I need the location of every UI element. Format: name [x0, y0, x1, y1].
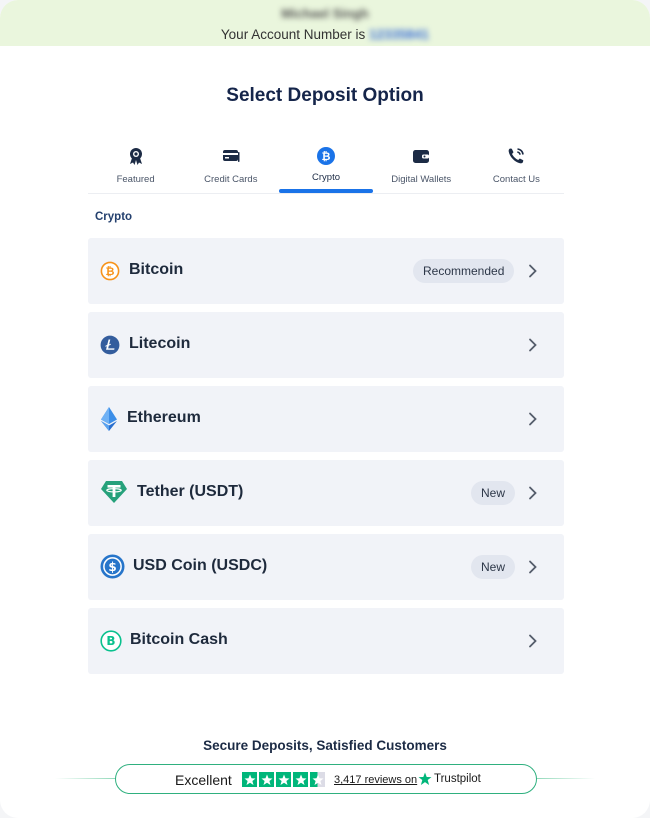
- chevron-right-icon: [529, 486, 537, 500]
- usd-coin-icon: $: [100, 554, 125, 579]
- page-title: Select Deposit Option: [226, 85, 424, 106]
- svg-text:₿: ₿: [106, 265, 115, 278]
- rating-word: Excellent: [175, 772, 232, 788]
- option-tether[interactable]: Tether (USDT) New: [88, 460, 564, 526]
- ethereum-icon: [101, 407, 117, 431]
- option-usd-coin[interactable]: $ USD Coin (USDC) New: [88, 534, 564, 600]
- rating-stars: [242, 772, 325, 788]
- account-holder-name: Michael Singh: [281, 6, 369, 21]
- half-star-icon: [310, 772, 325, 787]
- star-icon: [293, 772, 308, 787]
- new-badge: New: [471, 481, 516, 505]
- secure-deposits-text: Secure Deposits, Satisfied Customers: [203, 738, 447, 753]
- star-icon: [259, 772, 274, 787]
- option-name: USD Coin (USDC): [133, 557, 268, 574]
- trustpilot-widget[interactable]: Excellent 3,417 reviews on Trustpilot: [115, 764, 537, 794]
- option-bitcoin[interactable]: ₿ Bitcoin Recommended: [88, 238, 564, 304]
- tab-label-contact-us: Contact Us: [492, 174, 540, 185]
- account-number-label: Your Account Number is: [220, 27, 366, 42]
- chevron-right-icon: [529, 264, 537, 278]
- option-name: Litecoin: [129, 335, 191, 352]
- account-number-line: Your Account Number is 12335841: [0, 27, 650, 42]
- trustpilot-brand: Trustpilot: [434, 773, 481, 785]
- svg-text:B: B: [106, 634, 115, 648]
- chevron-right-icon: [529, 560, 537, 574]
- bitcoin-icon: ₿: [100, 261, 120, 281]
- deposit-modal: Michael Singh Your Account Number is 123…: [0, 0, 650, 818]
- reviews-link[interactable]: 3,417 reviews on: [334, 774, 417, 786]
- tab-contact-us[interactable]: Contact Us: [469, 128, 564, 193]
- option-ethereum[interactable]: Ethereum: [88, 386, 564, 452]
- tab-label-featured: Featured: [116, 174, 155, 185]
- trustpilot-star-icon: [418, 772, 432, 785]
- wallet-icon: [413, 150, 430, 163]
- tab-credit-cards[interactable]: Credit Cards: [183, 128, 278, 193]
- bitcoin-cash-icon: B: [100, 630, 122, 652]
- section-label: Crypto: [95, 211, 133, 223]
- tab-label-credit-cards: Credit Cards: [204, 174, 258, 185]
- option-name: Ethereum: [127, 409, 201, 426]
- tab-digital-wallets[interactable]: Digital Wallets: [374, 128, 469, 193]
- chevron-right-icon: [529, 634, 537, 648]
- litecoin-icon: [100, 335, 120, 355]
- divider-right: [535, 778, 595, 779]
- tab-crypto[interactable]: ₿ Crypto: [278, 128, 373, 193]
- option-name: Bitcoin: [129, 261, 184, 278]
- divider-left: [55, 778, 117, 779]
- svg-text:₿: ₿: [322, 150, 331, 163]
- option-bitcoin-cash[interactable]: B Bitcoin Cash: [88, 608, 564, 674]
- active-tab-indicator: [279, 189, 373, 193]
- option-litecoin[interactable]: Litecoin: [88, 312, 564, 378]
- option-name: Tether (USDT): [137, 483, 244, 500]
- bitcoin-icon: ₿: [317, 147, 335, 165]
- svg-text:$: $: [108, 560, 116, 574]
- trustpilot-logo: Trustpilot: [418, 772, 481, 786]
- star-icon: [242, 772, 257, 787]
- account-bar: Michael Singh Your Account Number is 123…: [0, 0, 650, 46]
- deposit-options-list: ₿ Bitcoin Recommended Litecoin Ethereum …: [88, 238, 564, 682]
- tether-icon: [101, 481, 127, 503]
- deposit-tabs: Featured Credit Cards ₿ Crypto Digital W…: [88, 128, 564, 194]
- credit-card-icon: [222, 150, 240, 162]
- star-icon: [276, 772, 291, 787]
- account-number: 12335841: [369, 27, 430, 42]
- tab-featured[interactable]: Featured: [88, 128, 183, 193]
- chevron-right-icon: [529, 412, 537, 426]
- chevron-right-icon: [529, 338, 537, 352]
- new-badge: New: [471, 555, 516, 579]
- tab-label-digital-wallets: Digital Wallets: [391, 174, 452, 185]
- recommended-badge: Recommended: [413, 259, 515, 283]
- award-icon: [129, 148, 142, 165]
- option-name: Bitcoin Cash: [130, 631, 228, 648]
- tab-label-crypto: Crypto: [312, 172, 340, 183]
- phone-icon: [509, 148, 525, 164]
